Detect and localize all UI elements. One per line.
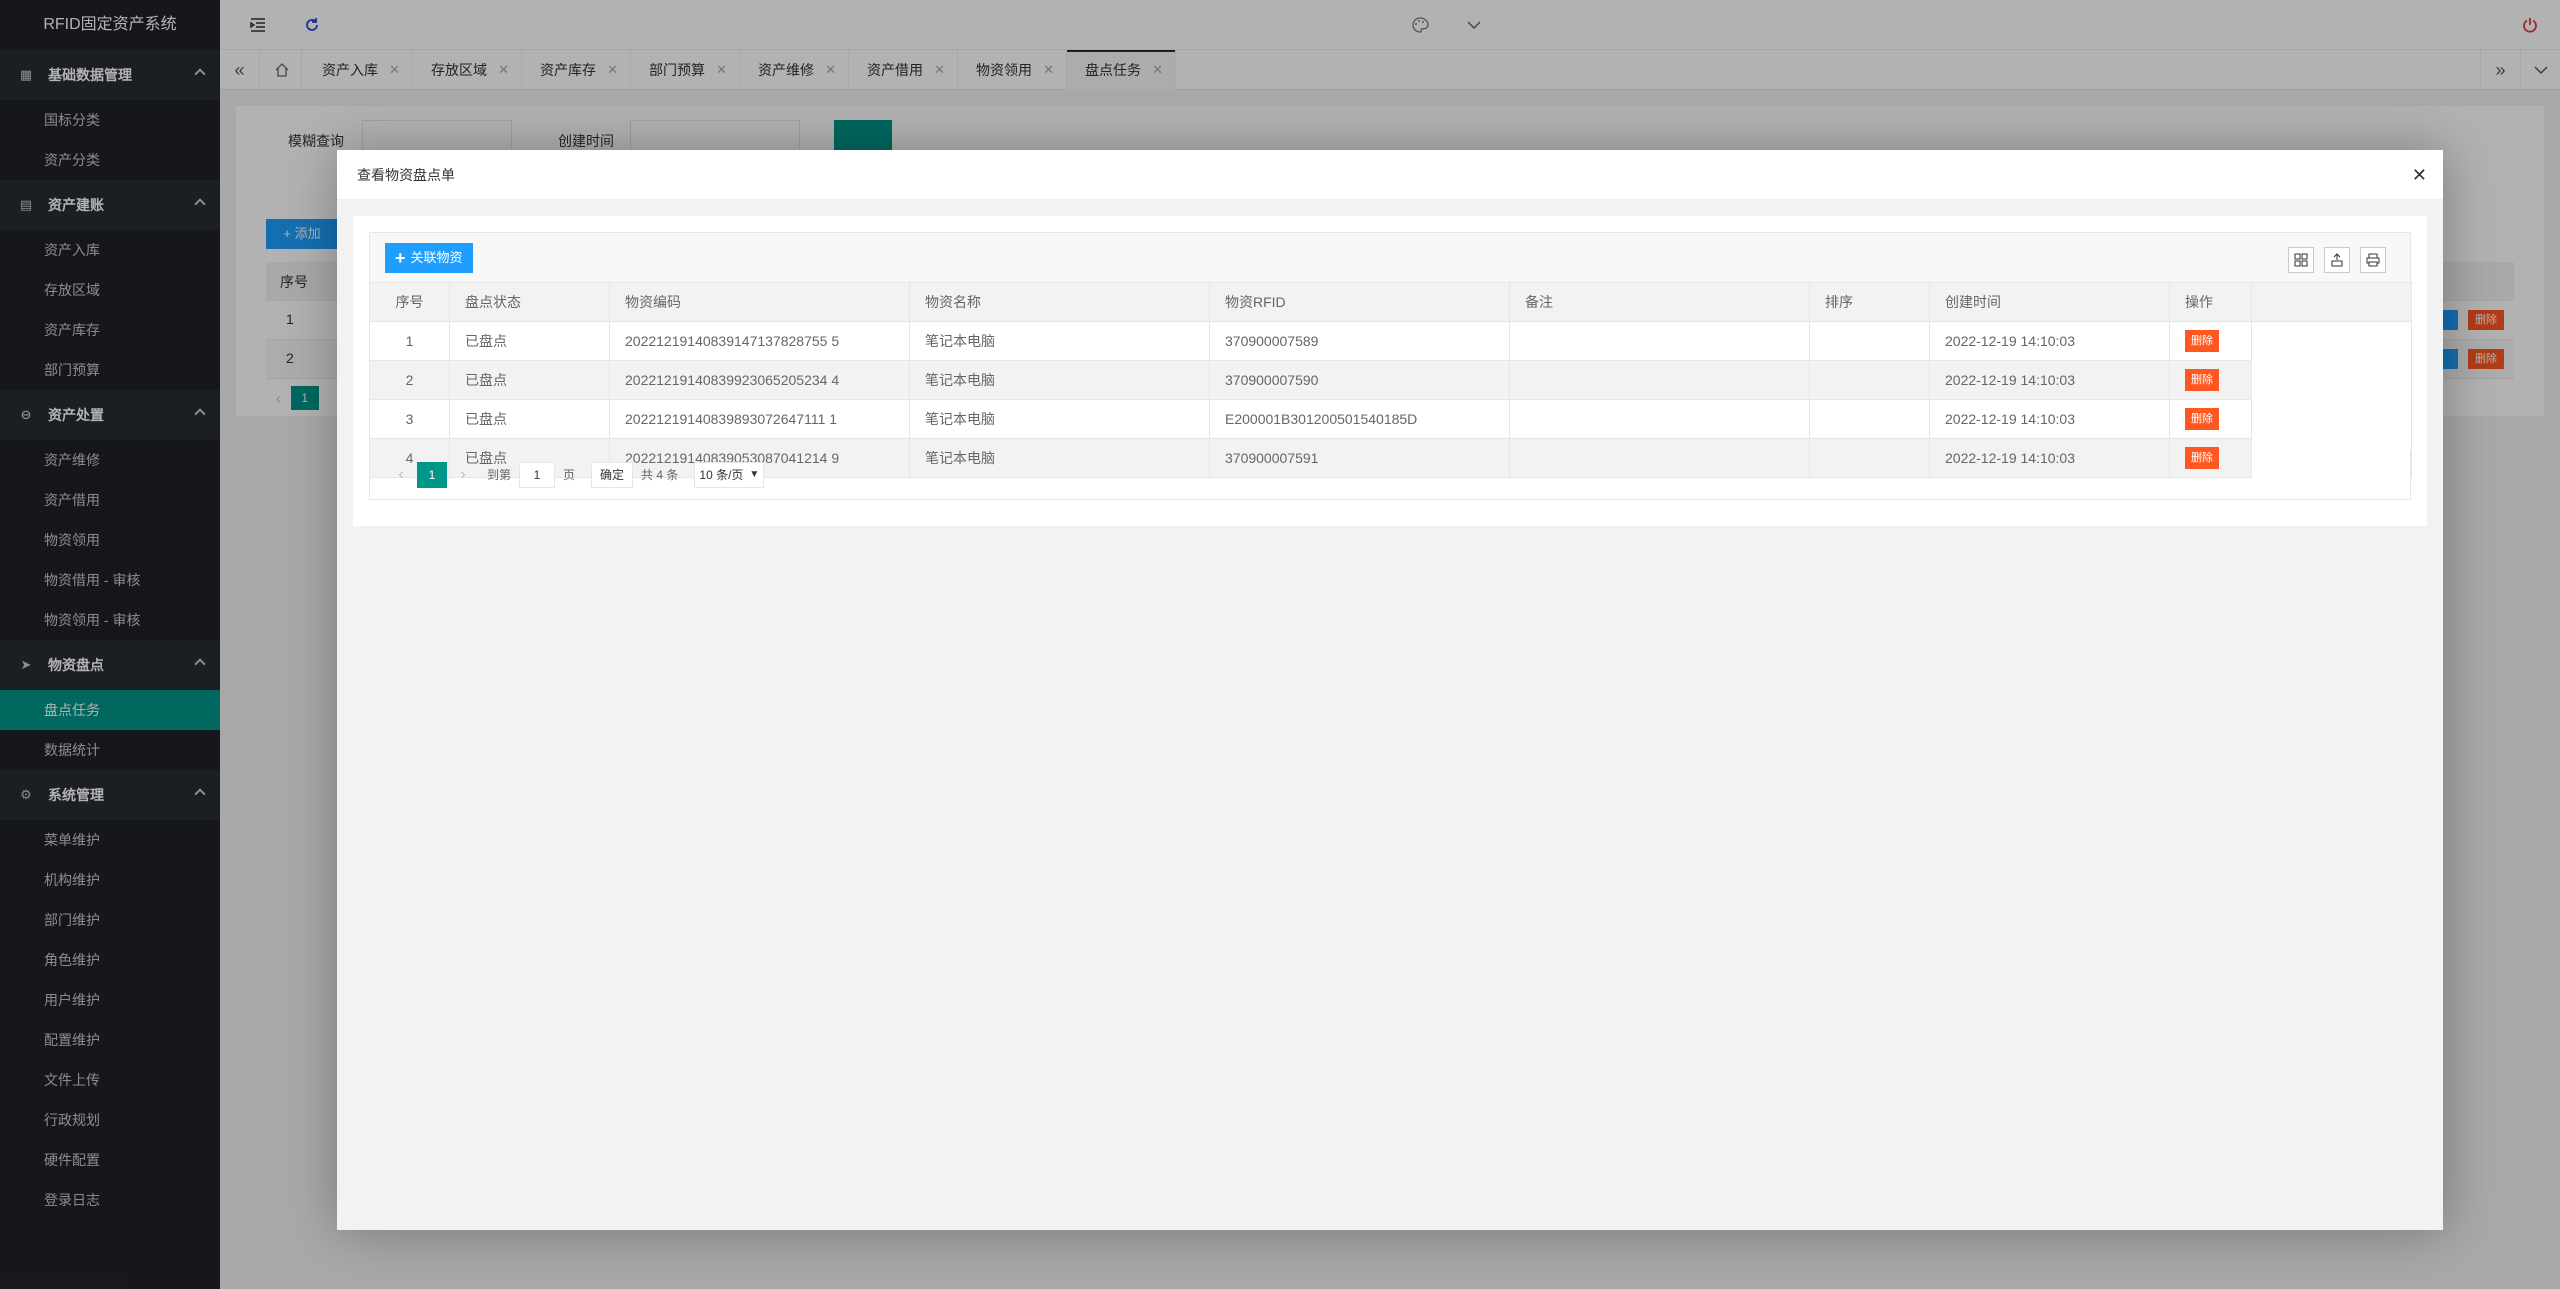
pager-next-icon[interactable]: › — [453, 466, 473, 484]
table-row[interactable]: 3 已盘点 20221219140839893072647111 1 笔记本电脑 E20… — [369, 399, 2412, 439]
col-header-action[interactable]: 操作 — [2169, 282, 2252, 322]
col-header-name[interactable]: 物资名称 — [909, 282, 1210, 322]
cell-remark — [1509, 321, 1810, 361]
col-header-created[interactable]: 创建时间 — [1929, 282, 2170, 322]
pager-page-input[interactable]: 1 — [519, 461, 556, 488]
link-material-button[interactable]: + 关联物资 — [385, 243, 473, 273]
table-header-row: 序号 盘点状态 物资编码 物资名称 物资RFID 备注 排序 创建时间 操作 — [369, 282, 2412, 322]
cell-rfid: E200001B301200501540185D — [1209, 399, 1510, 439]
cell-status: 已盘点 — [449, 399, 610, 439]
close-icon[interactable]: ✕ — [2412, 150, 2427, 200]
table-row[interactable]: 1 已盘点 20221219140839147137828755 5 笔记本电脑 370… — [369, 321, 2412, 361]
col-header-remark[interactable]: 备注 — [1509, 282, 1810, 322]
cell-sort — [1809, 399, 1930, 439]
table-row[interactable]: 2 已盘点 20221219140839923065205234 4 笔记本电脑 370… — [369, 360, 2412, 400]
cell-created: 2022-12-19 14:10:03 — [1929, 360, 2170, 400]
cell-remark — [1509, 399, 1810, 439]
pager-size-value: 10 条/页 — [699, 467, 744, 482]
modal-title: 查看物资盘点单 — [357, 167, 455, 183]
col-header-code[interactable]: 物资编码 — [609, 282, 910, 322]
link-material-label: 关联物资 — [410, 250, 463, 265]
cell-sort — [1809, 360, 1930, 400]
plus-icon: + — [395, 248, 406, 268]
pager-confirm-button[interactable]: 确定 — [591, 461, 634, 488]
pager-goto-label: 到第 — [487, 468, 512, 482]
print-icon[interactable] — [2360, 247, 2386, 273]
cell-remark — [1509, 360, 1810, 400]
delete-button[interactable]: 删除 — [2185, 330, 2219, 352]
inventory-table: 序号 盘点状态 物资编码 物资名称 物资RFID 备注 排序 创建时间 操作 1… — [369, 282, 2412, 478]
cell-index: 3 — [369, 399, 450, 439]
cell-created: 2022-12-19 14:10:03 — [1929, 399, 2170, 439]
cell-filler — [2251, 360, 2412, 400]
cell-action: 删除 — [2169, 360, 2252, 400]
col-header-sort[interactable]: 排序 — [1809, 282, 1930, 322]
cell-filler — [2251, 321, 2412, 361]
caret-down-icon: ▼ — [749, 468, 760, 480]
cell-status: 已盘点 — [449, 321, 610, 361]
inventory-sheet-modal: 查看物资盘点单 ✕ + 关联物资 序号 盘点状态 物资编码 物资名称 物资RFI… — [337, 150, 2443, 1230]
pager-page-unit: 页 — [563, 468, 576, 482]
col-header-rfid[interactable]: 物资RFID — [1209, 282, 1510, 322]
table-toolbar: + 关联物资 — [369, 232, 2411, 282]
cell-name: 笔记本电脑 — [909, 360, 1210, 400]
pager-prev-icon[interactable]: ‹ — [391, 466, 411, 484]
cell-name: 笔记本电脑 — [909, 321, 1210, 361]
pagination: ‹ 1 › 到第 1 页 确定 共 4 条 10 条/页 ▼ — [369, 450, 2411, 500]
col-header-index[interactable]: 序号 — [369, 282, 450, 322]
cell-sort — [1809, 321, 1930, 361]
cell-code: 20221219140839893072647111 1 — [609, 399, 910, 439]
cell-status: 已盘点 — [449, 360, 610, 400]
pager-size-select[interactable]: 10 条/页 ▼ — [694, 461, 765, 488]
cell-rfid: 370900007589 — [1209, 321, 1510, 361]
cell-action: 删除 — [2169, 399, 2252, 439]
delete-button[interactable]: 删除 — [2185, 408, 2219, 430]
export-icon[interactable] — [2324, 247, 2350, 273]
delete-button[interactable]: 删除 — [2185, 369, 2219, 391]
cell-index: 2 — [369, 360, 450, 400]
col-header-filler — [2251, 282, 2412, 322]
cell-name: 笔记本电脑 — [909, 399, 1210, 439]
pager-total: 共 4 条 — [641, 468, 679, 482]
columns-filter-icon[interactable] — [2288, 247, 2314, 273]
modal-card: + 关联物资 序号 盘点状态 物资编码 物资名称 物资RFID 备注 排序 创建… — [353, 216, 2427, 526]
col-header-status[interactable]: 盘点状态 — [449, 282, 610, 322]
cell-index: 1 — [369, 321, 450, 361]
cell-code: 20221219140839923065205234 4 — [609, 360, 910, 400]
cell-filler — [2251, 399, 2412, 439]
modal-header: 查看物资盘点单 ✕ — [337, 150, 2443, 200]
cell-rfid: 370900007590 — [1209, 360, 1510, 400]
cell-action: 删除 — [2169, 321, 2252, 361]
cell-created: 2022-12-19 14:10:03 — [1929, 321, 2170, 361]
pager-current-page[interactable]: 1 — [417, 461, 447, 488]
cell-code: 20221219140839147137828755 5 — [609, 321, 910, 361]
